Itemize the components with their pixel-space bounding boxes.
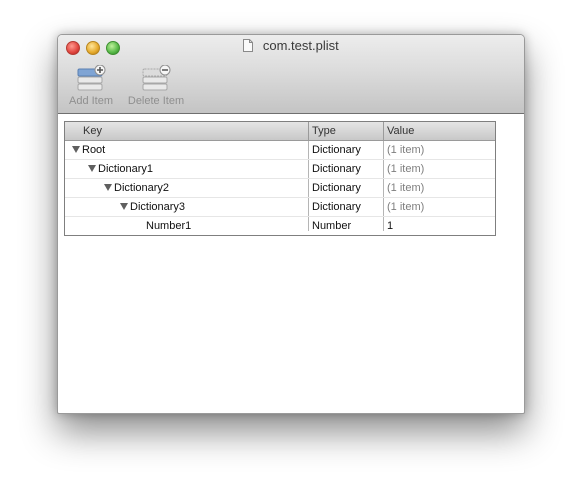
row-type[interactable]: Dictionary	[312, 144, 361, 156]
disclosure-triangle-icon[interactable]	[88, 165, 96, 172]
table-row[interactable]: Number1 Number 1	[65, 217, 495, 235]
window-title-text: com.test.plist	[262, 38, 339, 53]
row-type[interactable]: Dictionary	[312, 163, 361, 175]
table-row[interactable]: Dictionary1 Dictionary (1 item)	[65, 160, 495, 179]
add-item-label: Add Item	[68, 95, 114, 107]
row-type[interactable]: Dictionary	[312, 182, 361, 194]
row-type[interactable]: Number	[312, 220, 351, 232]
column-divider	[383, 122, 384, 140]
row-value: (1 item)	[387, 201, 425, 213]
plist-editor-window: com.test.plist Add Item Delete Item Key …	[57, 34, 525, 414]
row-key: Dictionary3	[120, 201, 185, 213]
row-value: (1 item)	[387, 163, 425, 175]
add-item-button[interactable]: Add Item	[65, 65, 117, 107]
add-item-icon	[77, 65, 106, 91]
table-row[interactable]: Root Dictionary (1 item)	[65, 141, 495, 160]
table-row[interactable]: Dictionary3 Dictionary (1 item)	[65, 198, 495, 217]
disclosure-triangle-icon[interactable]	[120, 203, 128, 210]
table-row[interactable]: Dictionary2 Dictionary (1 item)	[65, 179, 495, 198]
row-key: Dictionary1	[88, 163, 153, 175]
delete-item-label: Delete Item	[127, 95, 185, 107]
table-body: Root Dictionary (1 item) Dictionary1 Dic…	[65, 141, 495, 235]
row-key: Dictionary2	[104, 182, 169, 194]
disclosure-triangle-icon[interactable]	[104, 184, 112, 191]
delete-item-icon	[142, 65, 171, 91]
plist-table: Key Type Value Root Dictionary (1 item) …	[64, 121, 496, 236]
column-divider	[308, 122, 309, 140]
column-header-key[interactable]: Key	[83, 125, 102, 137]
document-icon	[243, 39, 254, 52]
row-value[interactable]: 1	[387, 220, 393, 232]
disclosure-triangle-icon[interactable]	[72, 146, 80, 153]
window-title: com.test.plist	[58, 38, 524, 53]
delete-item-button[interactable]: Delete Item	[124, 65, 188, 107]
column-header-type[interactable]: Type	[312, 125, 336, 137]
table-header: Key Type Value	[65, 122, 495, 141]
row-type[interactable]: Dictionary	[312, 201, 361, 213]
row-value: (1 item)	[387, 182, 425, 194]
row-key[interactable]: Number1	[146, 220, 191, 232]
titlebar: com.test.plist Add Item Delete Item	[58, 35, 524, 114]
row-value: (1 item)	[387, 144, 425, 156]
row-key: Root	[72, 144, 105, 156]
column-header-value[interactable]: Value	[387, 125, 414, 137]
